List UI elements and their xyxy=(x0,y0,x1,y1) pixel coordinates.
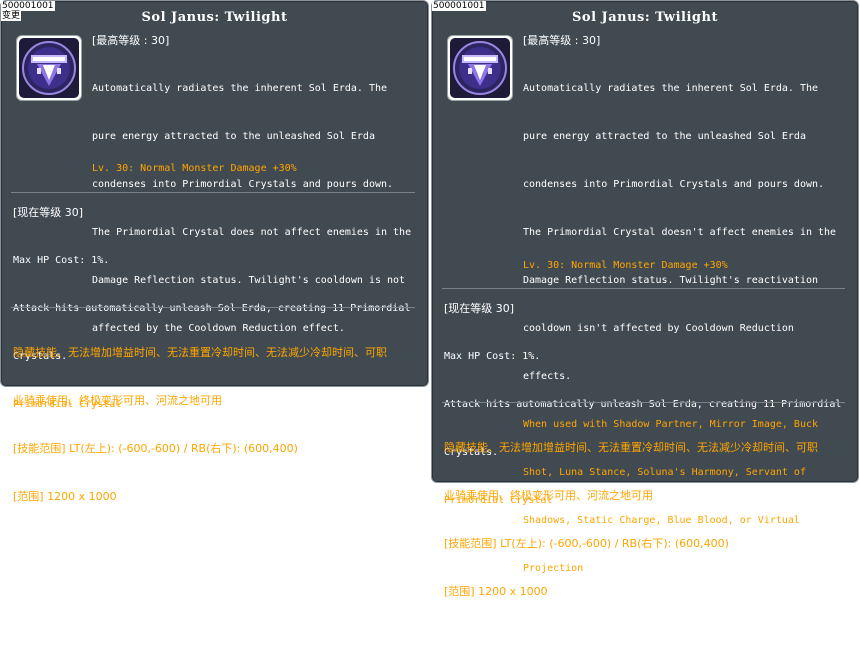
range-size: [范围] 1200 x 1000 xyxy=(13,490,117,503)
skill-tooltip-left: 500001001 变更 Sol Janus: Twilight [最高等级 :… xyxy=(0,0,429,503)
level-bonus: Lv. 30: Normal Monster Damage +30% xyxy=(92,163,297,174)
current-level: [现在等级 30] xyxy=(13,206,84,219)
skill-range: [技能范围] LT(左上): (-600,-600) / RB(右下): (60… xyxy=(444,537,729,550)
skill-title: Sol Janus: Twilight xyxy=(572,10,718,25)
hidden-skill-notes: 隐藏技能、无法增加增益时间、无法重置冷却时间、无法减少冷却时间、可职 业骑乘使用… xyxy=(13,346,387,503)
divider xyxy=(442,288,845,289)
range-size: [范围] 1200 x 1000 xyxy=(444,585,548,598)
current-level: [现在等级 30] xyxy=(444,302,515,315)
max-level: [最高等级 : 30] xyxy=(523,34,601,47)
divider xyxy=(11,192,415,193)
level-bonus: Lv. 30: Normal Monster Damage +30% xyxy=(523,260,728,271)
sol-janus-skill-icon xyxy=(450,38,510,98)
hidden-skill-notes: 隐藏技能、无法增加增益时间、无法重置冷却时间、无法减少冷却时间、可职 业骑乘使用… xyxy=(444,441,818,598)
divider xyxy=(442,402,845,403)
skill-icon-frame xyxy=(16,35,82,101)
sol-janus-skill-icon xyxy=(19,38,79,98)
divider xyxy=(11,307,415,308)
skill-icon-frame xyxy=(447,35,513,101)
max-level: [最高等级 : 30] xyxy=(92,34,170,47)
skill-range: [技能范围] LT(左上): (-600,-600) / RB(右下): (60… xyxy=(13,442,298,455)
skill-title: Sol Janus: Twilight xyxy=(141,10,288,25)
skill-tooltip-right: 500001001 Sol Janus: Twilight [最高等级 : 30… xyxy=(431,0,859,622)
